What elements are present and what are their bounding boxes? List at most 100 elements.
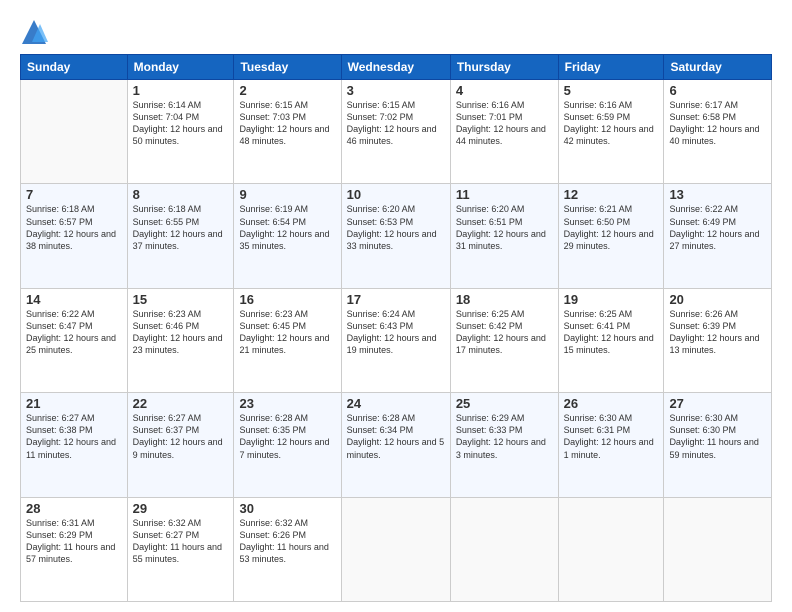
calendar-week-row: 1Sunrise: 6:14 AM Sunset: 7:04 PM Daylig…: [21, 80, 772, 184]
day-number: 29: [133, 501, 229, 516]
day-info: Sunrise: 6:18 AM Sunset: 6:55 PM Dayligh…: [133, 203, 229, 252]
day-info: Sunrise: 6:30 AM Sunset: 6:30 PM Dayligh…: [669, 412, 766, 461]
calendar-day-cell: 1Sunrise: 6:14 AM Sunset: 7:04 PM Daylig…: [127, 80, 234, 184]
day-number: 14: [26, 292, 122, 307]
calendar-day-cell: 20Sunrise: 6:26 AM Sunset: 6:39 PM Dayli…: [664, 288, 772, 392]
day-number: 25: [456, 396, 553, 411]
calendar-day-cell: 28Sunrise: 6:31 AM Sunset: 6:29 PM Dayli…: [21, 497, 128, 601]
day-number: 11: [456, 187, 553, 202]
calendar-day-cell: 16Sunrise: 6:23 AM Sunset: 6:45 PM Dayli…: [234, 288, 341, 392]
day-info: Sunrise: 6:23 AM Sunset: 6:45 PM Dayligh…: [239, 308, 335, 357]
day-number: 12: [564, 187, 659, 202]
calendar-day-cell: 27Sunrise: 6:30 AM Sunset: 6:30 PM Dayli…: [664, 393, 772, 497]
calendar-table: SundayMondayTuesdayWednesdayThursdayFrid…: [20, 54, 772, 602]
header: [20, 18, 772, 46]
day-number: 21: [26, 396, 122, 411]
page: SundayMondayTuesdayWednesdayThursdayFrid…: [0, 0, 792, 612]
calendar-header-cell: Tuesday: [234, 55, 341, 80]
day-number: 19: [564, 292, 659, 307]
calendar-day-cell: 10Sunrise: 6:20 AM Sunset: 6:53 PM Dayli…: [341, 184, 450, 288]
day-info: Sunrise: 6:21 AM Sunset: 6:50 PM Dayligh…: [564, 203, 659, 252]
calendar-day-cell: 5Sunrise: 6:16 AM Sunset: 6:59 PM Daylig…: [558, 80, 664, 184]
day-number: 17: [347, 292, 445, 307]
day-number: 15: [133, 292, 229, 307]
day-info: Sunrise: 6:15 AM Sunset: 7:03 PM Dayligh…: [239, 99, 335, 148]
day-number: 6: [669, 83, 766, 98]
calendar-day-cell: 30Sunrise: 6:32 AM Sunset: 6:26 PM Dayli…: [234, 497, 341, 601]
day-info: Sunrise: 6:18 AM Sunset: 6:57 PM Dayligh…: [26, 203, 122, 252]
calendar-day-cell: 18Sunrise: 6:25 AM Sunset: 6:42 PM Dayli…: [450, 288, 558, 392]
calendar-header-cell: Monday: [127, 55, 234, 80]
calendar-week-row: 14Sunrise: 6:22 AM Sunset: 6:47 PM Dayli…: [21, 288, 772, 392]
calendar-week-row: 7Sunrise: 6:18 AM Sunset: 6:57 PM Daylig…: [21, 184, 772, 288]
calendar-header-cell: Saturday: [664, 55, 772, 80]
day-info: Sunrise: 6:20 AM Sunset: 6:51 PM Dayligh…: [456, 203, 553, 252]
day-number: 5: [564, 83, 659, 98]
calendar-day-cell: 23Sunrise: 6:28 AM Sunset: 6:35 PM Dayli…: [234, 393, 341, 497]
calendar-day-cell: 26Sunrise: 6:30 AM Sunset: 6:31 PM Dayli…: [558, 393, 664, 497]
day-number: 8: [133, 187, 229, 202]
day-number: 4: [456, 83, 553, 98]
day-info: Sunrise: 6:31 AM Sunset: 6:29 PM Dayligh…: [26, 517, 122, 566]
calendar-header-cell: Wednesday: [341, 55, 450, 80]
day-number: 10: [347, 187, 445, 202]
day-number: 28: [26, 501, 122, 516]
calendar-day-cell: [558, 497, 664, 601]
day-info: Sunrise: 6:26 AM Sunset: 6:39 PM Dayligh…: [669, 308, 766, 357]
day-info: Sunrise: 6:27 AM Sunset: 6:37 PM Dayligh…: [133, 412, 229, 461]
calendar-day-cell: 12Sunrise: 6:21 AM Sunset: 6:50 PM Dayli…: [558, 184, 664, 288]
calendar-week-row: 28Sunrise: 6:31 AM Sunset: 6:29 PM Dayli…: [21, 497, 772, 601]
day-info: Sunrise: 6:32 AM Sunset: 6:27 PM Dayligh…: [133, 517, 229, 566]
day-number: 27: [669, 396, 766, 411]
day-number: 22: [133, 396, 229, 411]
day-info: Sunrise: 6:14 AM Sunset: 7:04 PM Dayligh…: [133, 99, 229, 148]
calendar-day-cell: 9Sunrise: 6:19 AM Sunset: 6:54 PM Daylig…: [234, 184, 341, 288]
day-number: 13: [669, 187, 766, 202]
calendar-day-cell: 7Sunrise: 6:18 AM Sunset: 6:57 PM Daylig…: [21, 184, 128, 288]
calendar-day-cell: 6Sunrise: 6:17 AM Sunset: 6:58 PM Daylig…: [664, 80, 772, 184]
day-info: Sunrise: 6:16 AM Sunset: 6:59 PM Dayligh…: [564, 99, 659, 148]
calendar-day-cell: [664, 497, 772, 601]
calendar-day-cell: 25Sunrise: 6:29 AM Sunset: 6:33 PM Dayli…: [450, 393, 558, 497]
day-info: Sunrise: 6:25 AM Sunset: 6:42 PM Dayligh…: [456, 308, 553, 357]
calendar-week-row: 21Sunrise: 6:27 AM Sunset: 6:38 PM Dayli…: [21, 393, 772, 497]
calendar-day-cell: [21, 80, 128, 184]
day-info: Sunrise: 6:22 AM Sunset: 6:47 PM Dayligh…: [26, 308, 122, 357]
calendar-day-cell: 22Sunrise: 6:27 AM Sunset: 6:37 PM Dayli…: [127, 393, 234, 497]
day-info: Sunrise: 6:28 AM Sunset: 6:34 PM Dayligh…: [347, 412, 445, 461]
calendar-day-cell: 4Sunrise: 6:16 AM Sunset: 7:01 PM Daylig…: [450, 80, 558, 184]
calendar-header-row: SundayMondayTuesdayWednesdayThursdayFrid…: [21, 55, 772, 80]
calendar-day-cell: 21Sunrise: 6:27 AM Sunset: 6:38 PM Dayli…: [21, 393, 128, 497]
day-info: Sunrise: 6:16 AM Sunset: 7:01 PM Dayligh…: [456, 99, 553, 148]
day-number: 18: [456, 292, 553, 307]
day-info: Sunrise: 6:28 AM Sunset: 6:35 PM Dayligh…: [239, 412, 335, 461]
calendar-day-cell: 3Sunrise: 6:15 AM Sunset: 7:02 PM Daylig…: [341, 80, 450, 184]
calendar-day-cell: 15Sunrise: 6:23 AM Sunset: 6:46 PM Dayli…: [127, 288, 234, 392]
day-number: 9: [239, 187, 335, 202]
day-info: Sunrise: 6:25 AM Sunset: 6:41 PM Dayligh…: [564, 308, 659, 357]
day-number: 23: [239, 396, 335, 411]
day-info: Sunrise: 6:30 AM Sunset: 6:31 PM Dayligh…: [564, 412, 659, 461]
day-info: Sunrise: 6:27 AM Sunset: 6:38 PM Dayligh…: [26, 412, 122, 461]
logo: [20, 18, 52, 46]
calendar-day-cell: 17Sunrise: 6:24 AM Sunset: 6:43 PM Dayli…: [341, 288, 450, 392]
day-number: 7: [26, 187, 122, 202]
calendar-day-cell: 11Sunrise: 6:20 AM Sunset: 6:51 PM Dayli…: [450, 184, 558, 288]
day-number: 20: [669, 292, 766, 307]
calendar-day-cell: 13Sunrise: 6:22 AM Sunset: 6:49 PM Dayli…: [664, 184, 772, 288]
calendar-header-cell: Friday: [558, 55, 664, 80]
day-info: Sunrise: 6:29 AM Sunset: 6:33 PM Dayligh…: [456, 412, 553, 461]
day-info: Sunrise: 6:17 AM Sunset: 6:58 PM Dayligh…: [669, 99, 766, 148]
day-info: Sunrise: 6:22 AM Sunset: 6:49 PM Dayligh…: [669, 203, 766, 252]
calendar-day-cell: [341, 497, 450, 601]
calendar-day-cell: 14Sunrise: 6:22 AM Sunset: 6:47 PM Dayli…: [21, 288, 128, 392]
day-info: Sunrise: 6:23 AM Sunset: 6:46 PM Dayligh…: [133, 308, 229, 357]
day-info: Sunrise: 6:19 AM Sunset: 6:54 PM Dayligh…: [239, 203, 335, 252]
day-number: 3: [347, 83, 445, 98]
day-info: Sunrise: 6:32 AM Sunset: 6:26 PM Dayligh…: [239, 517, 335, 566]
calendar-day-cell: 2Sunrise: 6:15 AM Sunset: 7:03 PM Daylig…: [234, 80, 341, 184]
logo-icon: [20, 18, 48, 46]
day-number: 16: [239, 292, 335, 307]
day-info: Sunrise: 6:15 AM Sunset: 7:02 PM Dayligh…: [347, 99, 445, 148]
calendar-day-cell: [450, 497, 558, 601]
